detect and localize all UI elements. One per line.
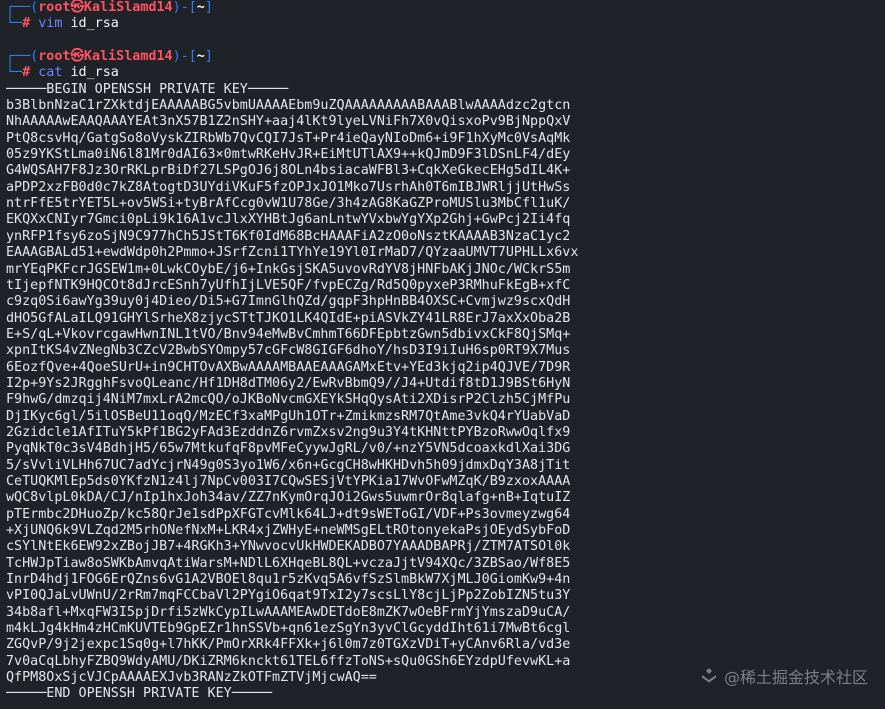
prompt-close-bracket: ] [204,0,213,15]
key-line: m4kLJg4kHm4zHCmKUVTEb9GpEZr1hnSSVb+qn61e… [6,621,571,637]
prompt-corner-bottom: └─ [6,65,23,81]
key-line: ynRFP1fsy6zoSjN9C977hCh5JStT6Kf0IdM68BcH… [6,228,571,244]
prompt-user-host: root㉿KaliSlamd14 [38,0,173,15]
key-line: 05z9YKStLma0iN6l81Mr0dAI63×0mtwRKeHvJR+E… [6,147,571,163]
key-line: EAAAGBALd51+ewdWdp0h2Pmmo+JSrfZcni1TYhYe… [6,245,579,261]
prompt-hash: # [22,16,31,32]
command-argument: id_rsa [70,16,119,32]
command-line-2[interactable]: └─# cat id_rsa [6,65,881,81]
prompt-path: ~ [196,0,205,15]
key-line: InrD4hdj1FOG6ErQZns6vG1A2VBOEl8qu1r5zKvq… [6,572,571,588]
key-line: 6EozfQve+4QoeSUrU+in9CHTOvAXBwAAAAMBAAEA… [6,359,571,375]
key-header: ─────BEGIN OPENSSH PRIVATE KEY───── [6,81,289,97]
prompt-close-bracket: ] [204,49,213,65]
prompt-user-host: root㉿KaliSlamd14 [38,49,173,65]
key-line: 5/sVvliVLHh67UC7adYcjrN49g0S3yo1W6/x6n+G… [6,457,571,473]
prompt-corner-top: ┌──( [6,49,39,65]
key-line: ntrFfE5trYET5L+ov5WSi+tyBrAfCcg0vW1U78Ge… [6,196,571,212]
juejin-logo-icon [700,667,718,685]
key-line: ZGQvP/9j2jexpc1Sq0g+l7hKK/PmOrXRk4FFXk+j… [6,637,571,653]
key-line: TcHWJpTiaw8oSWKbAmvqAtiWarsM+NDlL6XHqeBL… [6,555,571,571]
key-line: wQC8vlpL0kDA/CJ/nIp1hxJoh34av/ZZ7nKymOrq… [6,490,571,506]
key-line: NhAAAAAwEAAQAAAYEAt3nX57B1Z2nSHY+aaj4lKt… [6,114,571,130]
key-line: F9hwG/dmzqij4NiM7mxLrA2mcQO/oJKBoNvcmGXE… [6,392,571,408]
prompt-hash: # [22,65,31,81]
prompt-header-1: ┌──(root㉿KaliSlamd14)-[~] [6,0,881,16]
key-line: 2Gzidcle1AfITuY5kPf1BG2yFAd3EzddnZ6rvmZx… [6,424,571,440]
key-line: tIjepfNTK9HQCOt8dJrcESnh7yUfhIjLVE5QF/fv… [6,277,571,293]
key-line: dHO5GfALaILQ91GHYlSrheX8zjycSTtTJKO1LK4Q… [6,310,571,326]
prompt-corner-bottom: └─ [6,16,23,32]
key-line: cSYlNtEk6EW92xZBojJB7+4RGKh3+YNwvocvUkHW… [6,539,571,555]
key-line: E+S/qL+VkovrcgawHwnINL1tVO/Bnv94eMwBvCmh… [6,326,571,342]
command-line-1[interactable]: └─# vim id_rsa [6,16,881,32]
key-footer: ─────END OPENSSH PRIVATE KEY───── [6,686,273,702]
key-line: I2p+9Ys2JRgghFsvoQLeanc/Hf1DH8dTM06y2/Ew… [6,375,571,391]
key-line: vPI0QJaLvUWnU/2rRm7mqFCCbaVl2PYgiO6qat9T… [6,588,571,604]
prompt-separator: )-[ [172,49,197,65]
key-line: G4WQSAH7F8Jz3OrRKLprBiDf27LSPgOJ6j8OLn4b… [6,163,571,179]
command-argument: id_rsa [70,65,119,81]
key-line: pTErmbc2DHuoZp/kc58QrJe1sdPpXFGTcvMlk64L… [6,506,571,522]
command-name: vim [38,16,63,32]
prompt-header-2: ┌──(root㉿KaliSlamd14)-[~] [6,49,881,65]
key-line: EKQXxCNIyr7Gmci0pLi9k16A1vcJlxXYHBtJg6an… [6,212,571,228]
prompt-path: ~ [196,49,205,65]
prompt-corner-top: ┌──( [6,0,39,15]
watermark-text: @稀土掘金技术社区 [724,668,869,687]
key-line: +XjUNQ6k9VLZqd2M5rhONefNxM+LKR4xjZWHyE+n… [6,523,571,538]
watermark: @稀土掘金技术社区 [700,664,875,688]
key-line: c9zq0Si6awYg39uy0j4Dieo/Di5+G7ImnGlhQZd/… [6,294,571,310]
terminal-window: ┌──(root㉿KaliSlamd14)-[~] └─# vim id_rsa… [6,0,881,709]
key-line: mrYEqPKFcrJGSEW1m+0LwkCOybE/j6+InkGsjSKA… [6,261,571,277]
key-line: PtQ8csvHq/GatgSo8oVyskZIRbWb7QvCQI7JsT+P… [6,130,571,146]
key-line: 34b8afl+MxqFW3I5pjDrfi5zWkCypILwAAAMEAwD… [6,604,571,620]
key-line: b3BlbnNzaC1rZXktdjEAAAAABG5vbmUAAAAEbm9u… [6,98,571,114]
prompt-separator: )-[ [172,0,197,15]
command-name: cat [38,65,63,81]
key-line: CeTUQKMlEp5ds0YKfzN1z4lj7NpCv003I7CQwSES… [6,473,571,489]
key-line: DjIKyc6gl/5ilOSBeU11oqQ/MzECf3xaMPgUh1OT… [6,408,571,424]
key-body: b3BlbnNzaC1rZXktdjEAAAAABG5vbmUAAAAEbm9u… [6,98,881,686]
key-line: PyqNkT0c3sV4BdhjH5/65w7MtkufqF8pvMFeCyyw… [6,441,571,457]
key-line: aPDP2xzFB0d0c7kZ8AtogtD3UYdiVKuF5fzOPJxJ… [6,179,571,195]
key-line: xpnItKS4vZNegNb3CZcV2BwbSYOmpy57cGFcW8GI… [6,343,571,359]
